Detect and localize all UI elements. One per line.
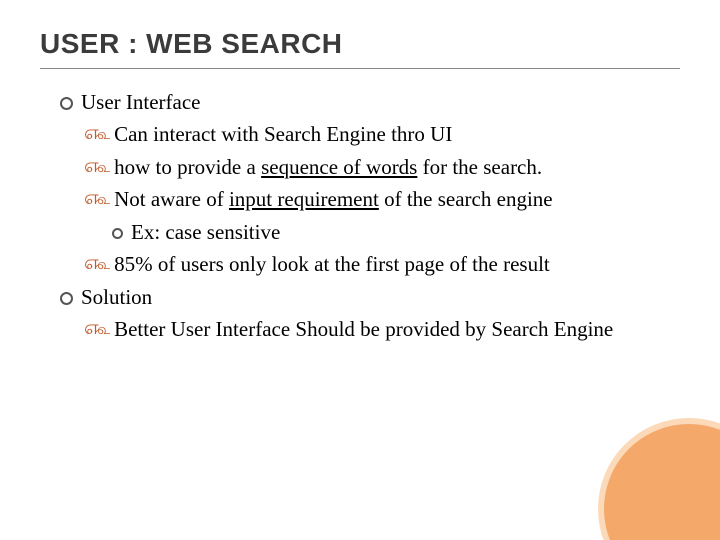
item-label: Solution (81, 282, 660, 312)
item-text: how to provide a sequence of words for t… (114, 152, 660, 182)
swirl-bullet-icon: ௷ (84, 119, 110, 148)
swirl-bullet-icon: ௷ (84, 249, 110, 278)
text-run: for the search. (417, 155, 542, 179)
decorative-corner-circle (598, 418, 720, 540)
item-text: Better User Interface Should be provided… (114, 314, 660, 344)
text-run: of the search engine (379, 187, 553, 211)
list-item: ௷ how to provide a sequence of words for… (84, 152, 660, 182)
slide: USER : WEB SEARCH User Interface ௷ Can i… (0, 0, 720, 540)
text-run: how to provide a (114, 155, 261, 179)
list-item: Solution (60, 282, 660, 312)
list-item: Ex: case sensitive (112, 217, 660, 247)
swirl-bullet-icon: ௷ (84, 184, 110, 213)
text-run: Not aware of (114, 187, 229, 211)
underlined-text: sequence of words (261, 155, 417, 179)
list-item: ௷ Not aware of input requirement of the … (84, 184, 660, 214)
list-item: ௷ Can interact with Search Engine thro U… (84, 119, 660, 149)
item-text: Ex: case sensitive (131, 217, 660, 247)
item-text: Not aware of input requirement of the se… (114, 184, 660, 214)
swirl-bullet-icon: ௷ (84, 314, 110, 343)
item-text: Can interact with Search Engine thro UI (114, 119, 660, 149)
list-item: ௷ 85% of users only look at the first pa… (84, 249, 660, 279)
slide-content: User Interface ௷ Can interact with Searc… (0, 69, 720, 345)
underlined-text: input requirement (229, 187, 379, 211)
ring-bullet-icon (60, 292, 73, 305)
list-item: ௷ Better User Interface Should be provid… (84, 314, 660, 344)
ring-bullet-icon (60, 97, 73, 110)
item-label: User Interface (81, 87, 660, 117)
list-item: User Interface (60, 87, 660, 117)
text-run: Can interact with Search Engine thro UI (114, 122, 452, 146)
swirl-bullet-icon: ௷ (84, 152, 110, 181)
slide-title: USER : WEB SEARCH (0, 0, 720, 66)
item-text: 85% of users only look at the first page… (114, 249, 660, 279)
ring-bullet-icon (112, 228, 123, 239)
